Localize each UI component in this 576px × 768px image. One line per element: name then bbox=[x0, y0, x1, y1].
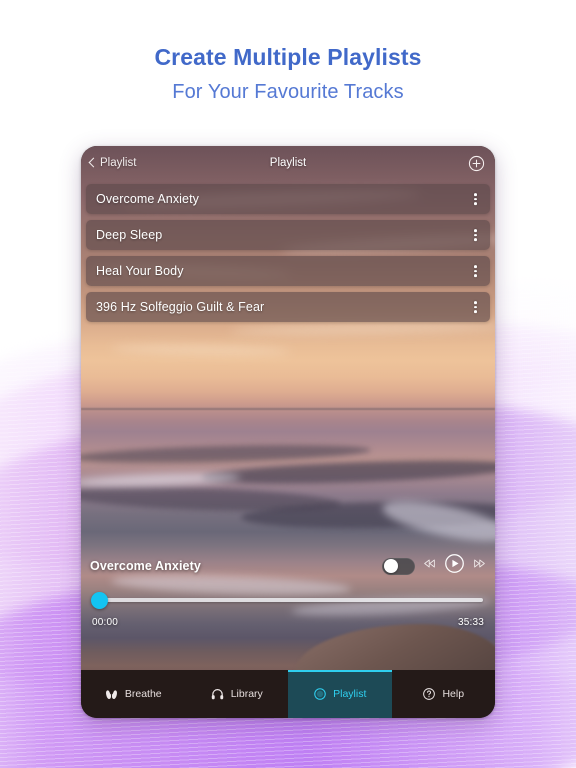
playlist-row[interactable]: 396 Hz Solfeggio Guilt & Fear bbox=[86, 292, 490, 322]
player-controls bbox=[382, 553, 486, 579]
playlist-row[interactable]: Heal Your Body bbox=[86, 256, 490, 286]
playlist-row-title: Overcome Anxiety bbox=[96, 192, 200, 206]
play-circle-icon bbox=[445, 554, 464, 573]
tab-playlist-label: Playlist bbox=[333, 688, 367, 700]
app-navbar: Playlist Playlist bbox=[81, 146, 495, 180]
playlist-row-title: 396 Hz Solfeggio Guilt & Fear bbox=[96, 300, 265, 314]
playlist-row[interactable]: Overcome Anxiety bbox=[86, 184, 490, 214]
player-top-row: Overcome Anxiety bbox=[90, 551, 486, 581]
horizon-line bbox=[81, 408, 495, 410]
loop-toggle[interactable] bbox=[382, 557, 415, 575]
rewind-button[interactable] bbox=[423, 557, 436, 575]
tab-playlist[interactable]: Playlist bbox=[288, 670, 392, 718]
tab-library[interactable]: Library bbox=[185, 670, 289, 718]
more-vertical-icon[interactable] bbox=[470, 226, 481, 244]
forward-button[interactable] bbox=[473, 557, 486, 575]
playlist-list: Overcome Anxiety Deep Sleep Heal Your Bo… bbox=[81, 184, 495, 328]
progress-track bbox=[99, 598, 483, 602]
headphones-icon bbox=[210, 687, 225, 701]
tab-help[interactable]: Help bbox=[392, 670, 496, 718]
add-playlist-button[interactable] bbox=[468, 155, 485, 172]
more-vertical-icon[interactable] bbox=[470, 262, 481, 280]
promo-title: Create Multiple Playlists bbox=[154, 44, 422, 70]
lungs-icon bbox=[104, 688, 119, 701]
playlist-row-title: Heal Your Body bbox=[96, 264, 184, 278]
cloud-streak bbox=[110, 344, 292, 356]
tab-breathe-label: Breathe bbox=[124, 688, 162, 700]
progress-slider[interactable] bbox=[90, 591, 486, 609]
progress-thumb[interactable] bbox=[91, 591, 108, 609]
play-button[interactable] bbox=[444, 553, 465, 579]
tab-help-label: Help bbox=[442, 688, 465, 700]
audio-player: Overcome Anxiety 00:00 35:33 bbox=[81, 551, 495, 643]
rewind-icon bbox=[424, 559, 435, 568]
toggle-knob bbox=[383, 559, 398, 573]
plus-circle-icon bbox=[468, 155, 485, 171]
time-labels: 00:00 35:33 bbox=[90, 617, 486, 628]
fast-forward-icon bbox=[474, 559, 485, 568]
device-mockup: Playlist Playlist Overcome Anxiety Deep … bbox=[81, 146, 495, 718]
elapsed-time: 00:00 bbox=[92, 617, 119, 628]
page-title: Playlist bbox=[269, 157, 307, 169]
circle-icon bbox=[313, 687, 327, 701]
more-vertical-icon[interactable] bbox=[470, 298, 481, 316]
promo-subtitle: For Your Favourite Tracks bbox=[172, 81, 404, 104]
tab-breathe[interactable]: Breathe bbox=[81, 670, 185, 718]
bottom-tab-bar: Breathe Library Playlist Help bbox=[81, 670, 495, 718]
question-circle-icon bbox=[422, 687, 436, 701]
now-playing-title: Overcome Anxiety bbox=[90, 559, 201, 573]
promo-screenshot: Create Multiple Playlists For Your Favou… bbox=[0, 0, 576, 768]
promo-headline: Create Multiple Playlists For Your Favou… bbox=[0, 43, 576, 104]
tab-library-label: Library bbox=[230, 688, 263, 700]
more-vertical-icon[interactable] bbox=[470, 190, 481, 208]
total-time: 35:33 bbox=[457, 617, 484, 628]
playlist-row[interactable]: Deep Sleep bbox=[86, 220, 490, 250]
playlist-row-title: Deep Sleep bbox=[96, 228, 163, 242]
